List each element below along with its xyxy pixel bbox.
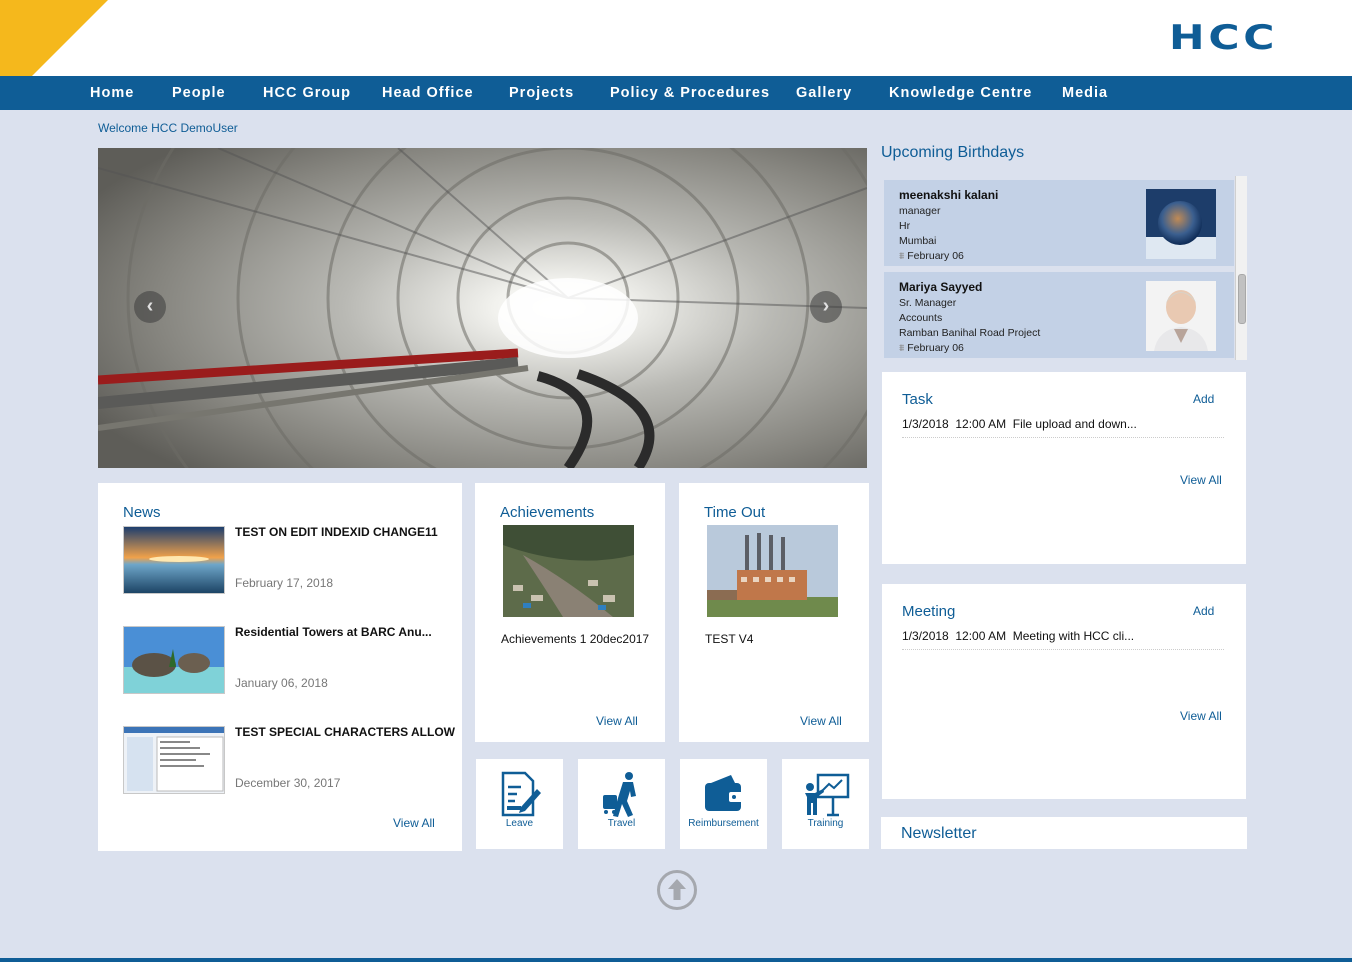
avatar — [1146, 189, 1216, 259]
newsletter-title[interactable]: Newsletter — [901, 825, 977, 843]
arrow-up-icon — [668, 879, 686, 900]
achievements-caption[interactable]: Achievements 1 20dec2017 — [501, 632, 649, 646]
timeout-title: Time Out — [704, 504, 766, 521]
news-thumbnail[interactable] — [123, 526, 225, 594]
meeting-view-all-link[interactable]: View All — [1180, 709, 1222, 723]
birthday-location: Mumbai — [899, 235, 937, 247]
travel-label: Travel — [607, 818, 636, 829]
timeout-thumbnail[interactable] — [707, 525, 838, 617]
header: HCC — [0, 0, 1352, 76]
travel-tile[interactable]: Travel — [578, 759, 665, 849]
tunnel-image — [98, 148, 867, 468]
task-add-link[interactable]: Add — [1193, 392, 1214, 406]
achievements-view-all-link[interactable]: View All — [596, 714, 638, 728]
meeting-title: Meeting — [902, 603, 956, 620]
news-item-title[interactable]: Residential Towers at BARC Anu... — [235, 625, 432, 639]
birthday-name: Mariya Sayyed — [899, 280, 983, 294]
birthday-department: Hr — [899, 220, 911, 232]
sunset-image — [124, 527, 224, 593]
screenshot-image — [124, 727, 224, 793]
nav-people[interactable]: People — [172, 76, 226, 110]
training-tile[interactable]: Training — [782, 759, 869, 849]
timeout-caption[interactable]: TEST V4 — [705, 632, 753, 646]
cake-icon: ⩩ — [899, 251, 905, 262]
task-title: Task — [902, 391, 933, 408]
welcome-text: Welcome HCC DemoUser — [98, 121, 238, 135]
achievements-thumbnail[interactable] — [503, 525, 634, 617]
birthday-location: Ramban Banihal Road Project — [899, 327, 1041, 339]
divider — [902, 649, 1224, 650]
task-view-all-link[interactable]: View All — [1180, 473, 1222, 487]
news-thumbnail[interactable] — [123, 626, 225, 694]
birthday-date-row: ⩩ February 06 — [899, 342, 964, 354]
reimbursement-tile[interactable]: Reimbursement — [680, 759, 767, 849]
chevron-right-icon: › — [822, 295, 830, 317]
meeting-panel: Meeting Add 1/3/2018 12:00 AM Meeting wi… — [882, 584, 1246, 799]
nav-media[interactable]: Media — [1062, 76, 1108, 110]
woman-photo — [1146, 281, 1216, 351]
hcc-logo[interactable]: HCC — [1169, 21, 1278, 55]
nav-hcc-group[interactable]: HCC Group — [263, 76, 351, 110]
training-board-icon — [804, 773, 849, 817]
beach-image — [124, 627, 224, 693]
birthday-card: Mariya Sayyed Sr. Manager Accounts Ramba… — [884, 272, 1234, 358]
nav-head-office[interactable]: Head Office — [382, 76, 474, 110]
birthday-designation: manager — [899, 205, 941, 217]
meeting-add-link[interactable]: Add — [1193, 604, 1214, 618]
chevron-left-icon: ‹ — [146, 295, 154, 317]
birthdays-list[interactable]: meenakshi kalani manager Hr Mumbai ⩩ Feb… — [882, 176, 1248, 360]
birthday-designation: Sr. Manager — [899, 297, 957, 309]
news-view-all-link[interactable]: View All — [393, 816, 435, 830]
traveler-icon — [602, 772, 636, 817]
landslide-image — [503, 525, 634, 617]
main-nav: Home People HCC Group Head Office Projec… — [0, 76, 1352, 110]
achievements-panel: Achievements Achievements 1 20dec2017 Vi… — [475, 483, 665, 742]
birthday-department: Accounts — [899, 312, 943, 324]
scroll-to-top-button[interactable] — [656, 869, 698, 911]
task-panel: Task Add 1/3/2018 12:00 AM File upload a… — [882, 372, 1246, 564]
birthday-date-row: ⩩ February 06 — [899, 250, 964, 262]
task-entry[interactable]: 1/3/2018 12:00 AM File upload and down..… — [902, 417, 1137, 431]
slider-next-button[interactable]: › — [810, 291, 842, 323]
wallet-icon — [704, 775, 743, 811]
slider-prev-button[interactable]: ‹ — [134, 291, 166, 323]
birthdays-title: Upcoming Birthdays — [881, 144, 1025, 161]
meeting-entry[interactable]: 1/3/2018 12:00 AM Meeting with HCC cli..… — [902, 629, 1134, 643]
birthday-date: February 06 — [907, 250, 964, 262]
birthday-name: meenakshi kalani — [899, 188, 999, 202]
nav-policy-procedures[interactable]: Policy & Procedures — [610, 76, 770, 110]
power-plant-image — [707, 525, 838, 617]
footer-bar — [0, 958, 1352, 962]
achievements-title: Achievements — [500, 504, 595, 521]
scrollbar-thumb[interactable] — [1238, 274, 1246, 324]
news-item-title[interactable]: TEST ON EDIT INDEXID CHANGE11 — [235, 525, 438, 539]
birthdays-scrollbar[interactable] — [1235, 176, 1247, 360]
nav-gallery[interactable]: Gallery — [796, 76, 852, 110]
news-item-title[interactable]: TEST SPECIAL CHARACTERS ALLOW — [235, 725, 455, 739]
timeout-view-all-link[interactable]: View All — [800, 714, 842, 728]
cake-icon: ⩩ — [899, 343, 905, 354]
news-thumbnail[interactable] — [123, 726, 225, 794]
birthday-date: February 06 — [907, 342, 964, 354]
news-item-date: December 30, 2017 — [235, 776, 341, 790]
leave-tile[interactable]: Leave — [476, 759, 563, 849]
training-label: Training — [807, 818, 844, 829]
timeout-panel: Time Out TEST V4 View All — [679, 483, 869, 742]
newsletter-panel: Newsletter — [881, 817, 1247, 849]
leave-form-icon — [501, 771, 541, 817]
news-title: News — [123, 504, 161, 521]
leave-label: Leave — [505, 818, 534, 829]
news-item-date: January 06, 2018 — [235, 676, 328, 690]
nav-projects[interactable]: Projects — [509, 76, 574, 110]
birthday-card: meenakshi kalani manager Hr Mumbai ⩩ Feb… — [884, 180, 1234, 266]
nav-knowledge-centre[interactable]: Knowledge Centre — [889, 76, 1032, 110]
news-item-date: February 17, 2018 — [235, 576, 334, 590]
bubble-photo — [1146, 189, 1216, 259]
hero-slider[interactable] — [98, 148, 867, 468]
nav-home[interactable]: Home — [90, 76, 134, 110]
divider — [902, 437, 1224, 438]
news-panel: News TEST ON EDIT INDEXID CHANGE11 Febru… — [98, 483, 462, 851]
reimbursement-label: Reimbursement — [688, 818, 759, 829]
avatar — [1146, 281, 1216, 351]
